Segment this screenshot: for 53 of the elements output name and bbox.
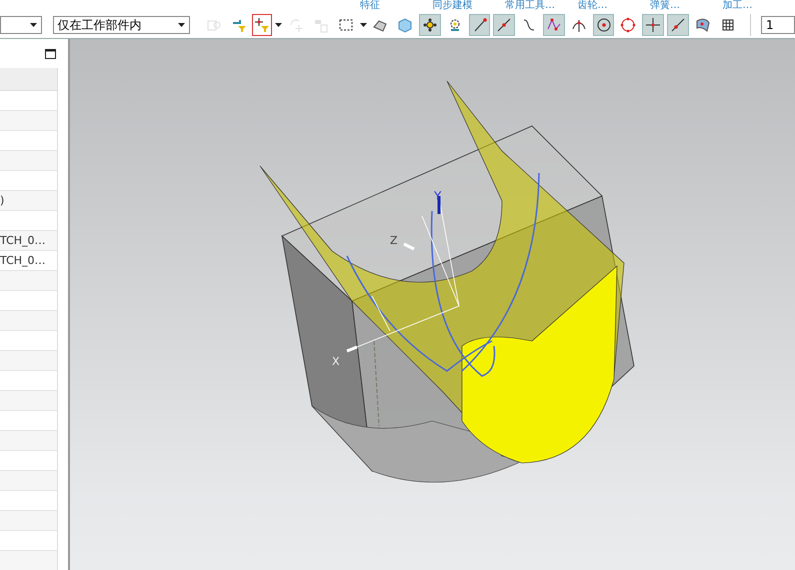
control-point-icon [546,17,562,33]
caret-icon [30,23,37,27]
table-row[interactable] [0,151,57,171]
filter-icon [254,17,270,33]
filter-dropdown[interactable] [0,16,42,34]
ribbon-group-label[interactable]: 特征 [360,0,432,12]
table-row[interactable] [0,111,57,131]
arc-center-icon [596,17,612,33]
table-row[interactable] [0,311,57,331]
dashed-rectangle-icon [338,17,354,33]
line-endpoint-icon [472,17,488,33]
ribbon-group-label[interactable]: 齿轮… [578,0,650,12]
table-row[interactable] [0,471,57,491]
rotate-icon [288,17,304,33]
ribbon-group-label[interactable]: 常用工具… [505,0,578,12]
table-row[interactable]: ) [0,191,57,211]
toolbar-button[interactable] [419,14,441,36]
table-row[interactable] [0,431,57,451]
toolbar-button[interactable] [468,14,490,36]
quadrant-point-icon [620,17,636,33]
table-cell-text: ) [0,193,4,209]
table-cell-text: TCH_0… [0,233,46,249]
ribbon-group-label[interactable]: 弹簧… [650,0,722,12]
assembly-icon [312,17,329,33]
table-row[interactable] [0,351,57,371]
face-icon [694,17,711,33]
table-row[interactable] [0,391,57,411]
ribbon-group-label[interactable]: 同步建模 [432,0,505,12]
toolbar-button[interactable] [252,14,272,36]
point-on-curve-icon [670,17,686,33]
table-row[interactable]: TCH_0… [0,231,57,251]
line-midpoint-icon [496,17,512,33]
table-row[interactable] [0,271,57,291]
filter-icon [230,17,247,33]
table-cell-text: TCH_0… [0,253,46,269]
toolbar-button[interactable] [592,14,614,36]
caret-icon [178,23,186,27]
maximize-icon[interactable] [45,48,56,58]
grid-icon [720,17,736,33]
table-row[interactable] [0,511,57,531]
count-field[interactable]: 1 [760,16,795,34]
crosshair-icon [645,17,662,33]
caret-icon [360,23,367,27]
cube-icon [397,17,414,33]
table-row[interactable] [0,551,57,570]
toolbar-button[interactable] [642,14,664,36]
toolbar-button[interactable] [667,14,689,36]
scope-dropdown[interactable]: 仅在工作部件内 [52,16,190,34]
snap-point-icon [422,17,438,33]
toolbar-button[interactable] [493,14,516,36]
intersection-icon [570,17,587,33]
ribbon-group-label[interactable]: 加工… [722,0,795,12]
caret-icon [275,23,282,27]
